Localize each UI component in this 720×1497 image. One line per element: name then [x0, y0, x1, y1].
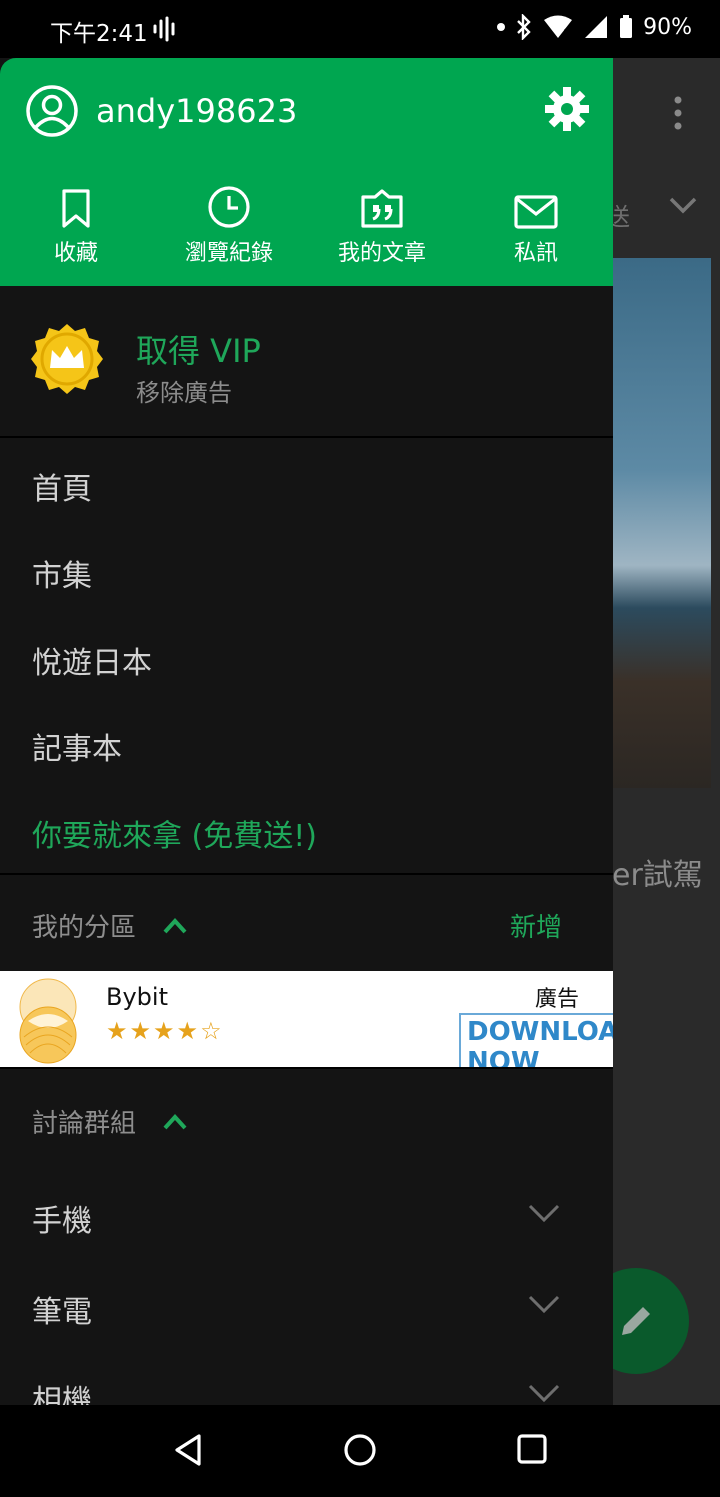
drawer-header: andy198623 收藏 瀏覽紀錄 我的文章 私訊: [0, 58, 613, 286]
nav-item-market[interactable]: 市集: [32, 551, 92, 595]
bookmark-icon: [16, 183, 136, 229]
add-section-button[interactable]: 新增: [510, 907, 562, 944]
battery-level: 90%: [643, 14, 692, 40]
get-vip-row[interactable]: 取得 VIP 移除廣告: [0, 286, 613, 438]
notification-dot-icon: [497, 23, 506, 31]
status-icons: 90%: [497, 14, 692, 40]
background-article-title: er試駕: [612, 858, 703, 893]
chevron-up-icon[interactable]: [162, 1113, 188, 1131]
my-sections-header[interactable]: 我的分區: [32, 907, 188, 944]
podcast-icon: [152, 16, 178, 46]
vip-subtitle: 移除廣告: [136, 379, 232, 407]
background-article-image: [613, 258, 711, 788]
quick-action-favorites[interactable]: 收藏: [16, 183, 136, 267]
discussion-groups-header[interactable]: 討論群組: [32, 1103, 188, 1140]
quick-action-label: 收藏: [53, 241, 98, 266]
ad-cta-label: DOWNLOAD NOW: [467, 1017, 613, 1069]
battery-icon: [620, 15, 633, 38]
chevron-down-icon[interactable]: [527, 1382, 561, 1404]
bluetooth-icon: [517, 14, 531, 40]
category-row-laptop[interactable]: 筆電: [0, 1287, 613, 1367]
settings-gear-icon[interactable]: [544, 86, 590, 136]
mail-icon: [476, 183, 596, 229]
nav-item-notebook[interactable]: 記事本: [32, 724, 122, 768]
quick-action-label: 瀏覽紀錄: [184, 241, 273, 266]
quick-action-messages[interactable]: 私訊: [476, 183, 596, 267]
bybit-logo-icon: [16, 977, 80, 1071]
pencil-icon: [622, 1307, 650, 1335]
status-bar: 下午2:41 90%: [0, 0, 720, 58]
overflow-menu-icon[interactable]: [670, 96, 686, 134]
chevron-down-icon[interactable]: [668, 195, 698, 219]
back-button-icon[interactable]: [172, 1433, 204, 1471]
my-sections-label: 我的分區: [32, 913, 137, 943]
quick-action-label: 私訊: [513, 241, 558, 266]
category-label: 相機: [32, 1384, 92, 1405]
navigation-drawer: andy198623 收藏 瀏覽紀錄 我的文章 私訊 取得 VIP 移除廣告 首…: [0, 58, 613, 1405]
nav-item-free-giveaway[interactable]: 你要就來拿 (免費送!): [32, 811, 317, 855]
divider: [0, 1067, 613, 1069]
ad-download-button[interactable]: DOWNLOAD NOW: [459, 1013, 613, 1069]
chevron-up-icon[interactable]: [162, 917, 188, 935]
ad-banner[interactable]: Bybit ★★★★☆ 廣告 DOWNLOAD NOW: [0, 971, 613, 1069]
category-label: 手機: [32, 1204, 92, 1239]
crown-badge-icon: [30, 322, 104, 400]
nav-item-home[interactable]: 首頁: [32, 464, 92, 508]
category-label: 筆電: [32, 1295, 92, 1330]
quote-icon: [322, 183, 442, 229]
ad-title: Bybit: [106, 983, 168, 1011]
system-navigation-bar: [0, 1405, 720, 1497]
recents-button-icon[interactable]: [516, 1433, 548, 1469]
category-row-phone[interactable]: 手機: [0, 1196, 613, 1276]
quick-action-history[interactable]: 瀏覽紀錄: [169, 183, 289, 267]
divider: [0, 873, 613, 875]
cell-signal-icon: [585, 16, 608, 38]
clock-icon: [169, 183, 289, 229]
user-avatar-icon[interactable]: [25, 84, 79, 142]
username[interactable]: andy198623: [96, 92, 297, 130]
discussion-groups-label: 討論群組: [32, 1109, 137, 1139]
ad-label: 廣告: [535, 987, 580, 1012]
chevron-down-icon[interactable]: [527, 1202, 561, 1224]
home-button-icon[interactable]: [343, 1433, 377, 1471]
wifi-icon: [544, 15, 574, 38]
quick-action-my-posts[interactable]: 我的文章: [322, 183, 442, 267]
nav-item-japan-travel[interactable]: 悅遊日本: [32, 638, 152, 682]
quick-action-label: 我的文章: [337, 241, 426, 266]
ad-rating-stars: ★★★★☆: [106, 1017, 224, 1045]
category-row-camera[interactable]: 相機: [0, 1376, 613, 1405]
vip-title: 取得 VIP: [136, 332, 261, 370]
status-time: 下午2:41: [50, 21, 148, 47]
chevron-down-icon[interactable]: [527, 1293, 561, 1315]
